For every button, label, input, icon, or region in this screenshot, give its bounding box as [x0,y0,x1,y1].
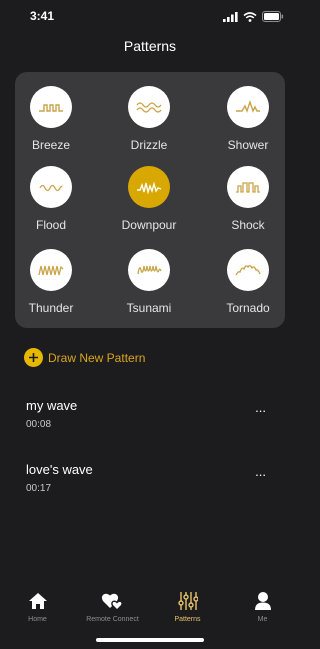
pattern-circle-active [128,166,170,208]
tab-label: Home [28,616,47,623]
patterns-grid: Breeze Drizzle Shower Flood Downpour Sho… [15,72,285,328]
pattern-label: Thunder [28,301,74,315]
battery-icon [262,11,284,22]
wave-duration: 00:08 [26,419,52,430]
tsunami-wave-icon [137,265,162,275]
pattern-drizzle[interactable]: Drizzle [109,86,189,164]
pattern-label: Tornado [226,301,270,315]
flood-wave-icon [39,184,63,192]
pattern-flood[interactable]: Flood [11,166,91,244]
wave-name: my wave [26,398,78,413]
pattern-label: Breeze [31,138,71,152]
draw-new-pattern-label: Draw New Pattern [48,350,146,365]
pattern-circle [30,249,72,291]
home-indicator [96,638,204,642]
drizzle-wave-icon [136,102,162,113]
tab-remote-connect[interactable]: Remote Connect [75,590,150,630]
list-item[interactable]: love's wave 00:17 ... [0,462,300,506]
person-icon [254,590,272,612]
pattern-label: Shock [231,218,265,232]
pattern-label: Drizzle [130,138,168,152]
pattern-breeze[interactable]: Breeze [11,86,91,164]
thunder-wave-icon [38,265,64,276]
more-options-button[interactable]: ... [255,464,266,479]
pattern-label: Downpour [121,218,177,232]
sliders-icon [177,590,198,612]
plus-icon [24,348,43,367]
pattern-tornado[interactable]: Tornado [208,249,288,327]
pattern-circle [128,249,170,291]
tab-label: Me [257,616,268,623]
list-item[interactable]: my wave 00:08 ... [0,398,300,442]
tab-label: Patterns [174,616,201,623]
status-time: 3:41 [30,9,55,23]
tab-bar: Home Remote Connect Patterns Me [0,590,300,630]
pattern-circle [128,86,170,128]
draw-new-pattern-button[interactable]: Draw New Pattern [24,348,145,367]
pattern-shower[interactable]: Shower [208,86,288,164]
pattern-circle [30,166,72,208]
tab-patterns[interactable]: Patterns [150,590,225,630]
pattern-circle [227,86,269,128]
tab-home[interactable]: Home [0,590,75,630]
pattern-label: Shower [227,138,269,152]
pattern-circle [227,249,269,291]
status-icons [223,11,284,22]
wave-duration: 00:17 [26,483,52,494]
tornado-wave-icon [235,265,261,276]
pattern-label: Flood [35,218,67,232]
shock-wave-icon [236,182,260,193]
wifi-icon [243,11,257,22]
pattern-thunder[interactable]: Thunder [11,249,91,327]
tab-me[interactable]: Me [225,590,300,630]
home-icon [28,590,48,612]
status-bar: 3:41 [0,0,300,34]
tab-label: Remote Connect [86,616,139,623]
pattern-circle [227,166,269,208]
hearts-icon [101,590,125,612]
page-title: Patterns [123,38,177,54]
more-options-button[interactable]: ... [255,400,266,415]
pattern-circle [30,86,72,128]
signal-icon [223,11,238,22]
wave-name: love's wave [26,462,93,477]
pattern-downpour[interactable]: Downpour [109,166,189,244]
breeze-wave-icon [39,104,63,112]
pattern-shock[interactable]: Shock [208,166,288,244]
downpour-wave-icon [137,181,162,194]
shower-wave-icon [236,100,260,114]
pattern-label: Tsunami [126,301,172,315]
pattern-tsunami[interactable]: Tsunami [109,249,189,327]
